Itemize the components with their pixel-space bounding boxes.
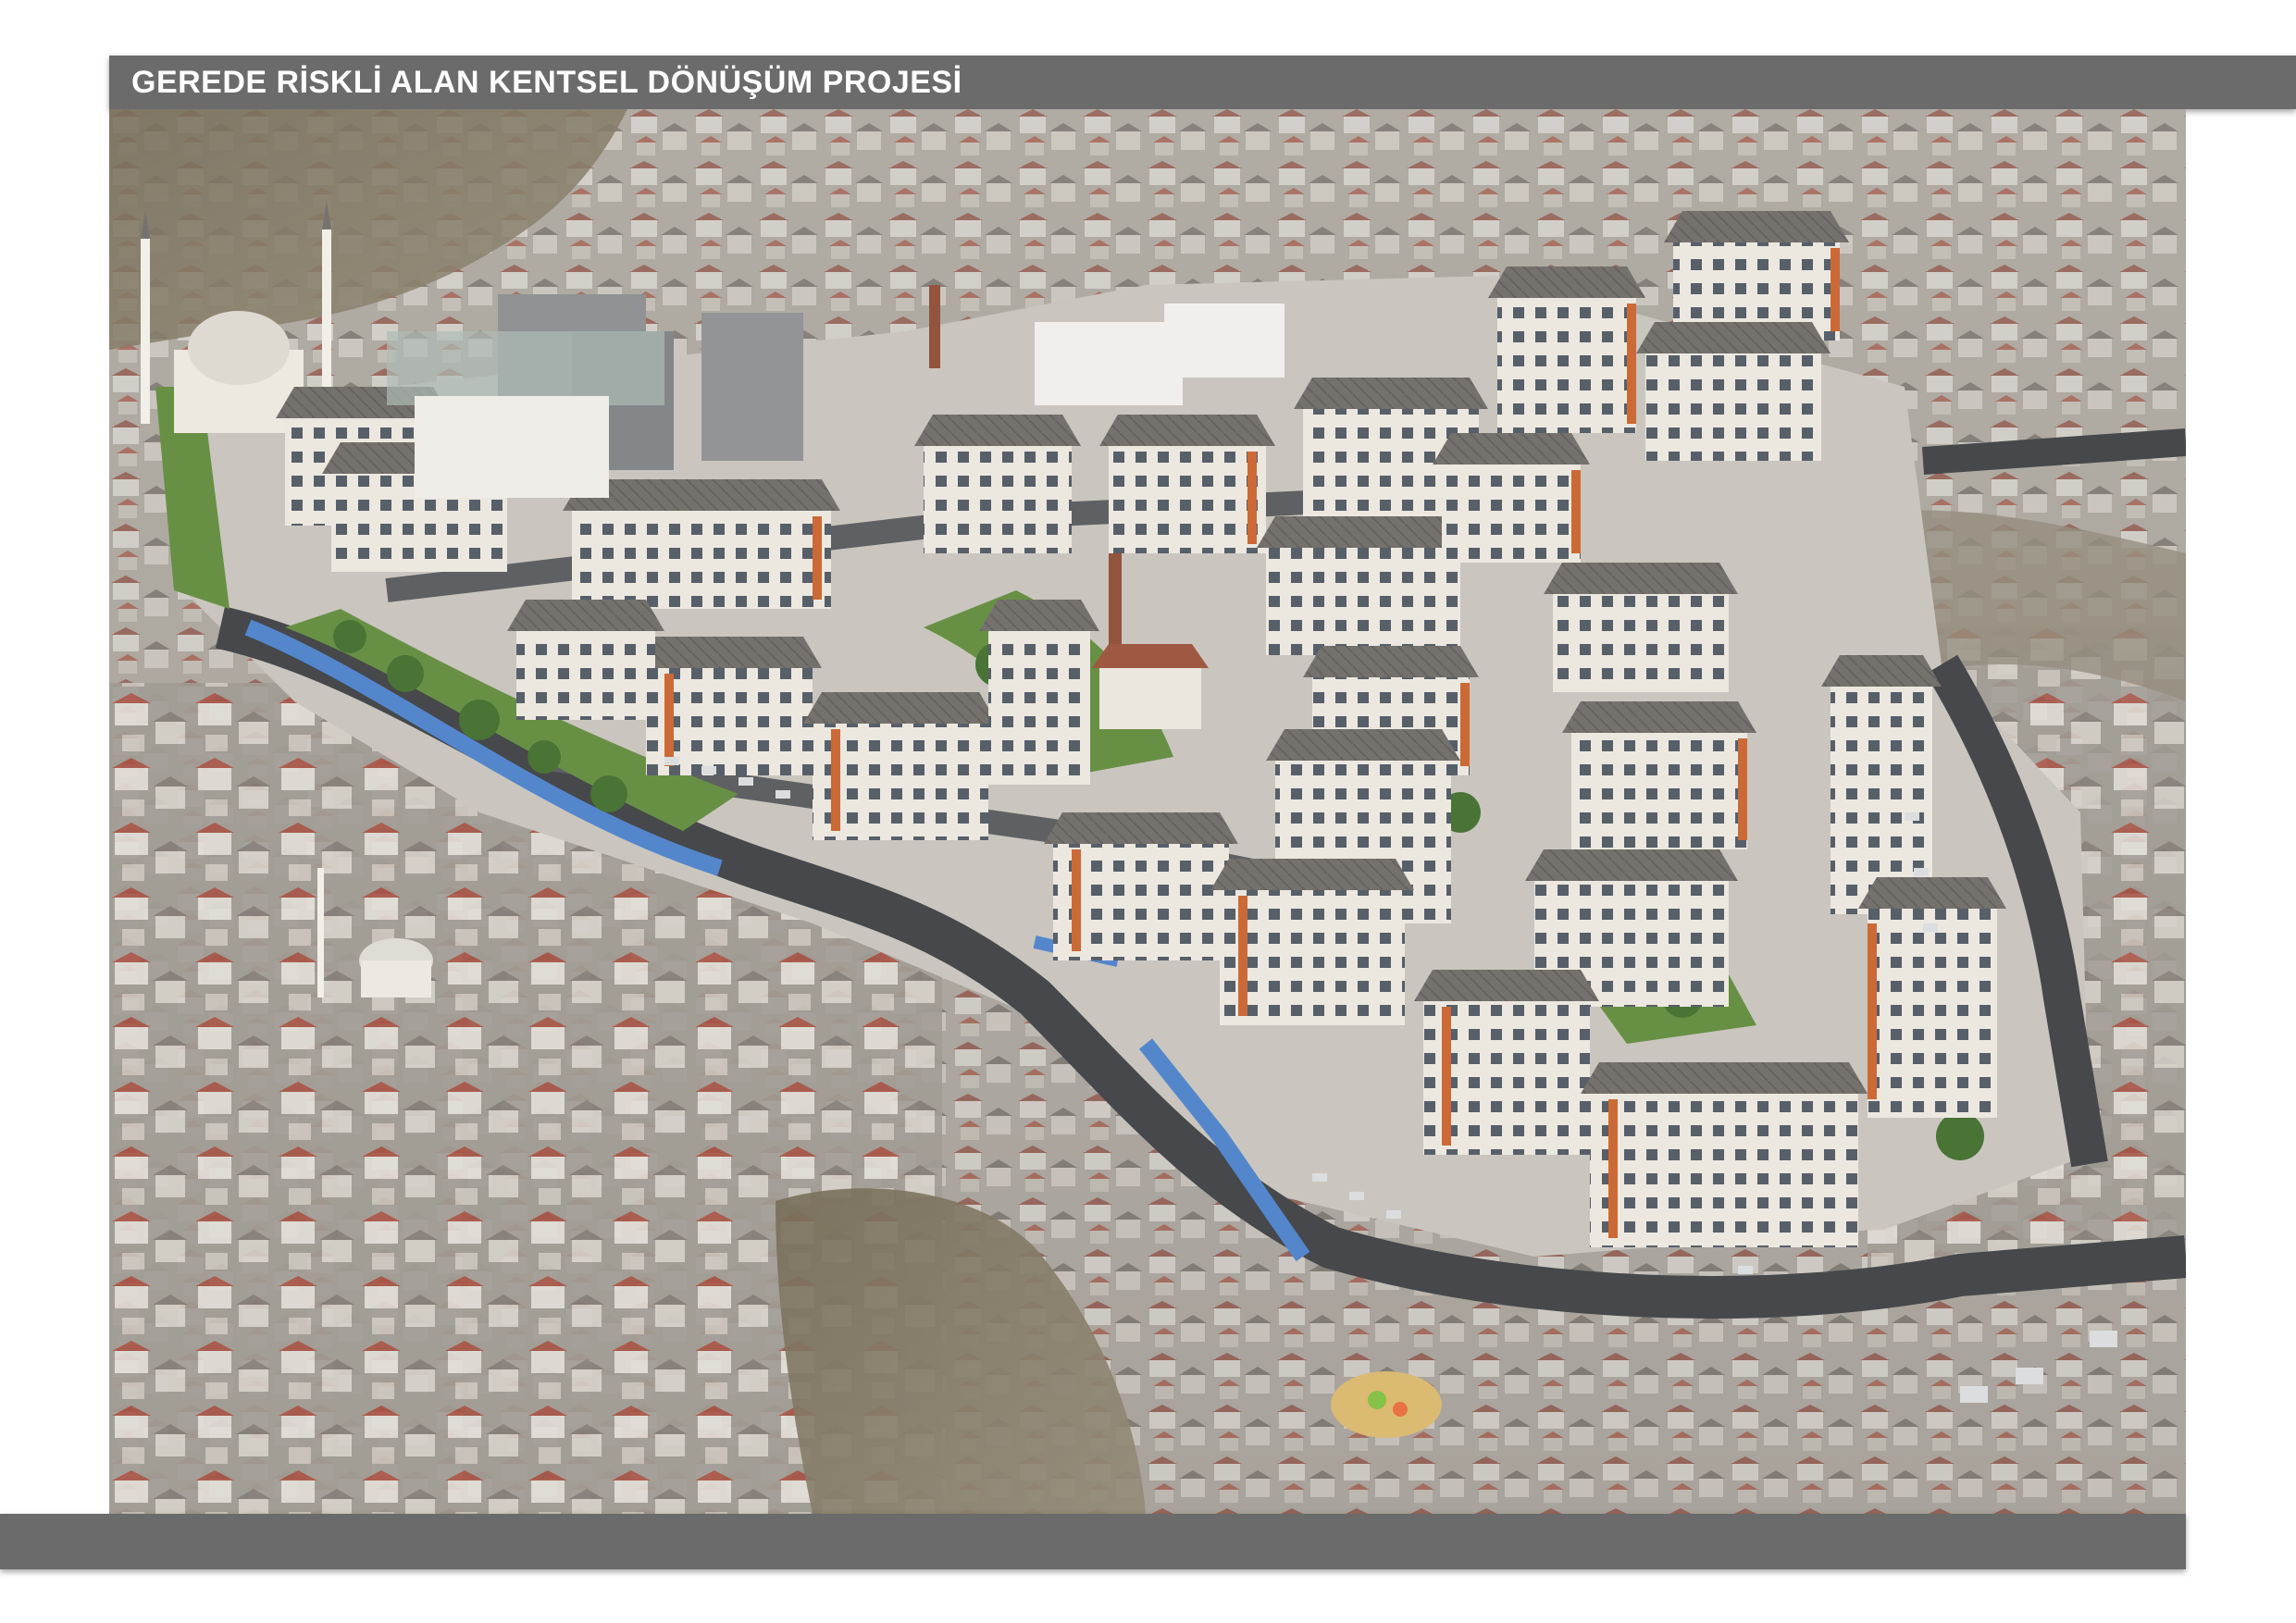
presentation-sheet: GEREDE RİSKLİ ALAN KENTSEL DÖNÜŞÜM PROJE… bbox=[0, 0, 2296, 1623]
haze bbox=[109, 109, 2186, 1514]
page-title: GEREDE RİSKLİ ALAN KENTSEL DÖNÜŞÜM PROJE… bbox=[131, 64, 962, 100]
aerial-project-rendering bbox=[109, 109, 2186, 1514]
footer-bar bbox=[0, 1514, 2186, 1569]
rendering-illustration bbox=[109, 109, 2186, 1514]
title-bar: GEREDE RİSKLİ ALAN KENTSEL DÖNÜŞÜM PROJE… bbox=[109, 56, 2296, 109]
